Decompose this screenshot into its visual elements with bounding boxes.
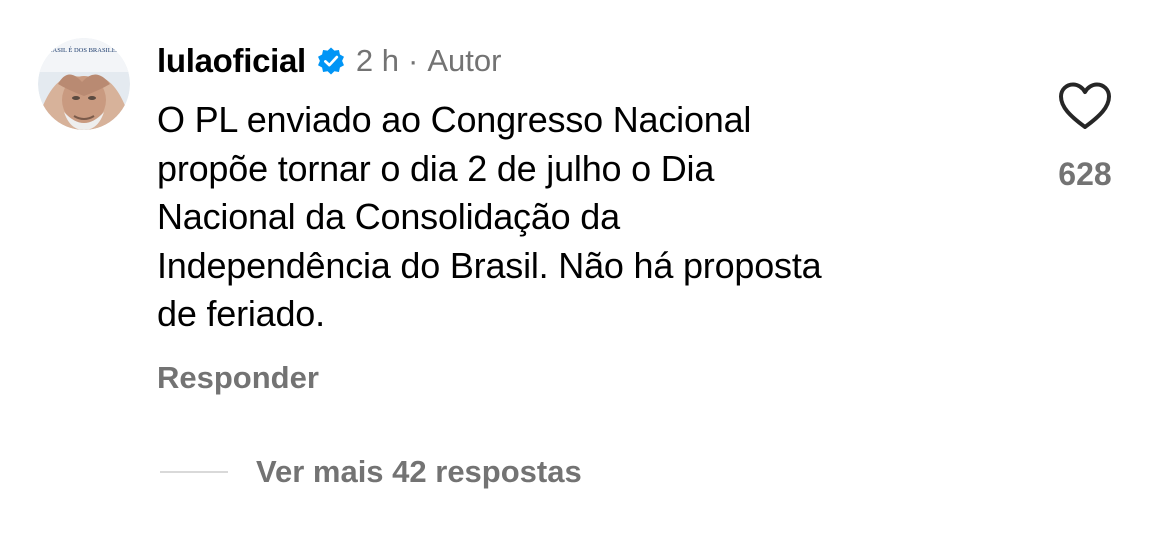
author-tag: Autor: [427, 43, 502, 78]
verified-badge-icon: [316, 46, 346, 76]
comment-header: lulaoficial 2 h · Autor: [157, 38, 501, 84]
view-replies-button[interactable]: Ver mais 42 respostas: [160, 450, 582, 494]
avatar[interactable]: O BRASIL É DOS BRASILEIROS: [38, 38, 130, 130]
replies-divider: [160, 471, 228, 473]
like-count: 628: [1058, 156, 1112, 192]
reply-button[interactable]: Responder: [157, 360, 319, 396]
timestamp: 2 h: [355, 43, 400, 78]
comment-text: O PL enviado ao Congresso Nacional propõ…: [157, 99, 822, 334]
heart-outline-icon[interactable]: [1058, 82, 1112, 130]
like-area: 628: [1040, 82, 1130, 193]
view-replies-label: Ver mais 42 respostas: [256, 454, 582, 489]
username[interactable]: lulaoficial: [157, 42, 306, 80]
meta-separator: ·: [408, 43, 419, 78]
avatar-caption: O BRASIL É DOS BRASILEIROS: [38, 46, 130, 54]
